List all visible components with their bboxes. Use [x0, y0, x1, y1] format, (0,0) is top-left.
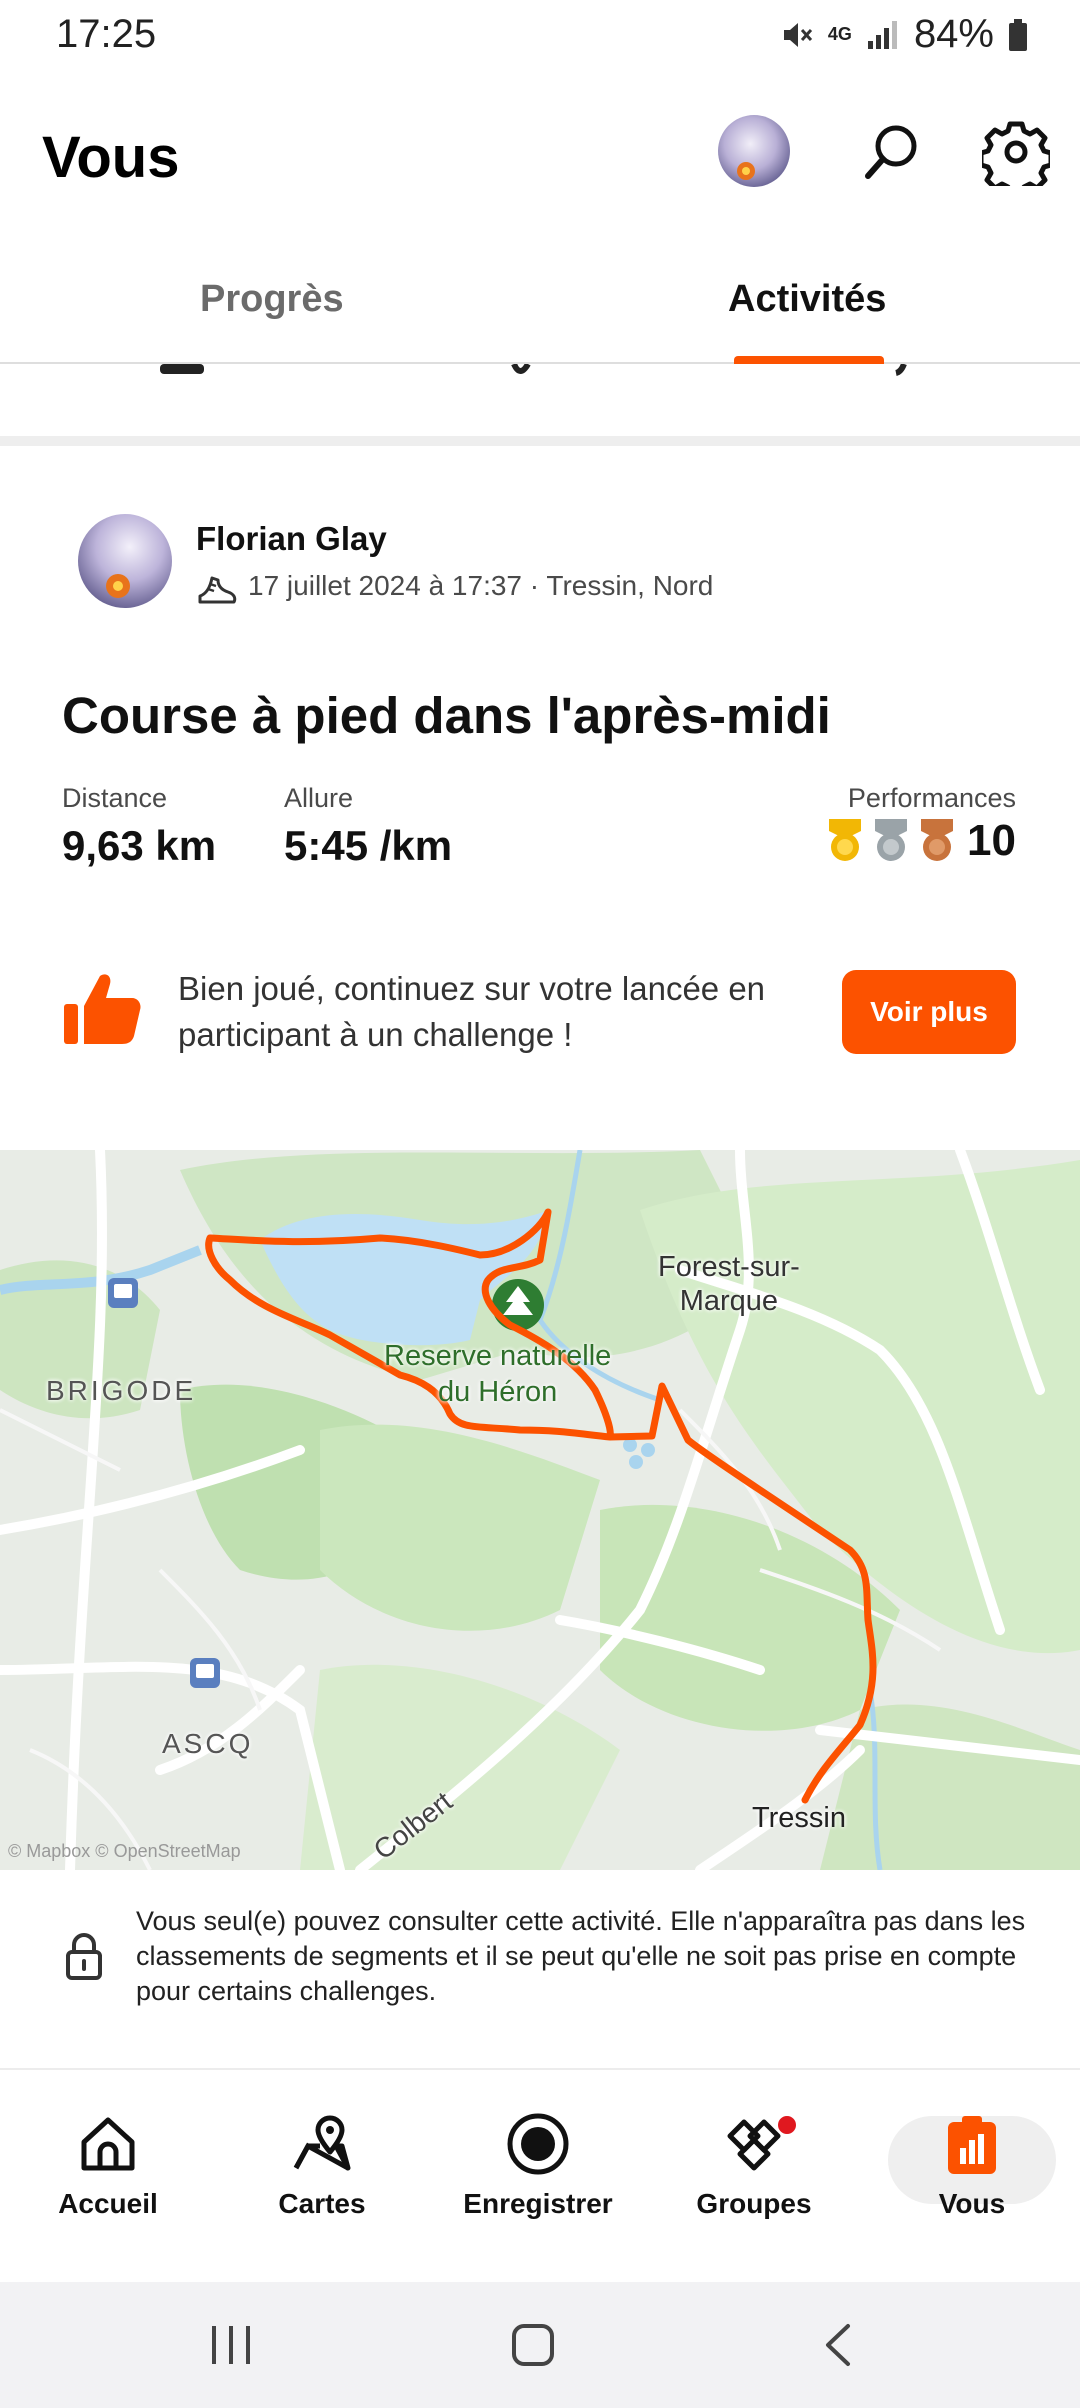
- lock-icon: [64, 1932, 104, 1980]
- stat-pace-value: 5:45 /km: [284, 822, 453, 869]
- nav-groups[interactable]: Groupes: [654, 2112, 854, 2220]
- map-attribution[interactable]: © Mapbox © OpenStreetMap: [8, 1841, 241, 1862]
- nav-record-label: Enregistrer: [463, 2188, 613, 2219]
- battery-percent: 84%: [913, 12, 994, 56]
- nav-maps[interactable]: Cartes: [222, 2112, 422, 2220]
- activity-meta: 17 juillet 2024 à 17:37 · Tressin, Nord: [196, 568, 713, 604]
- map-label-tressin: Tressin: [752, 1802, 846, 1834]
- system-navigation-bar: [0, 2282, 1080, 2408]
- map-canvas: [0, 1150, 1080, 1870]
- stat-pace-label: Allure: [284, 783, 354, 813]
- athlete-avatar[interactable]: [78, 514, 172, 608]
- activity-date-location: 17 juillet 2024 à 17:37 · Tressin, Nord: [248, 570, 714, 601]
- status-time: 17:25: [56, 12, 157, 56]
- mute-icon: [783, 22, 813, 47]
- performances-count: 10: [967, 816, 1016, 865]
- active-tab-indicator: [734, 356, 884, 364]
- nav-you[interactable]: Vous: [872, 2112, 1072, 2220]
- nav-home-label: Accueil: [58, 2188, 158, 2219]
- silver-medal-icon: [875, 819, 908, 861]
- see-more-button[interactable]: Voir plus: [842, 970, 1016, 1054]
- activity-title[interactable]: Course à pied dans l'après-midi: [62, 686, 831, 745]
- home-icon: [81, 2117, 135, 2171]
- notification-badge: [776, 2114, 798, 2136]
- stat-distance-value: 9,63 km: [62, 822, 217, 869]
- scrolled-content-peek: [0, 364, 1080, 404]
- challenge-promo-text: Bien joué, continuez sur votre lancée en…: [178, 970, 766, 1053]
- performances-label: Performances: [847, 783, 1016, 813]
- network-type: 4G: [827, 24, 852, 44]
- thumbs-up-icon: [62, 966, 146, 1050]
- nav-you-label: Vous: [938, 2188, 1006, 2219]
- map-label-reserve: Reserve naturelle du Héron: [384, 1340, 612, 1408]
- search-icon[interactable]: [858, 118, 926, 186]
- avatar[interactable]: [718, 115, 790, 187]
- recent-apps-icon[interactable]: [206, 2322, 256, 2373]
- tab-bar: Progrès Activités: [0, 240, 1080, 364]
- map-icon: [293, 2115, 351, 2171]
- bottom-navigation: Accueil Cartes Enregistrer Groupes Vous: [0, 2072, 1080, 2282]
- map-label-ascq: ASCQ: [162, 1728, 254, 1759]
- nav-maps-label: Cartes: [278, 2188, 366, 2219]
- status-bar: 17:25 4G 84%: [0, 0, 1080, 72]
- transit-station-icon: [108, 1278, 138, 1308]
- activity-map[interactable]: Forest-sur- Marque Reserve naturelle du …: [0, 1150, 1080, 1870]
- athlete-name[interactable]: Florian Glay: [196, 520, 387, 558]
- running-shoe-icon: [198, 576, 237, 604]
- tab-progress[interactable]: Progrès: [200, 278, 344, 321]
- back-icon[interactable]: [818, 2322, 858, 2373]
- app-header: Vous: [0, 100, 1080, 220]
- you-icon: [948, 2116, 996, 2174]
- record-icon: [507, 2113, 569, 2175]
- bronze-medal-icon: [921, 819, 954, 861]
- nav-record[interactable]: Enregistrer: [438, 2112, 638, 2220]
- nav-groups-label: Groupes: [696, 2188, 812, 2219]
- page-title: Vous: [42, 125, 180, 190]
- battery-icon: [1009, 18, 1027, 51]
- section-divider: [0, 436, 1080, 446]
- status-icons: 4G 84%: [780, 12, 1028, 57]
- tab-activities[interactable]: Activités: [728, 278, 886, 321]
- nav-home[interactable]: Accueil: [8, 2112, 208, 2220]
- privacy-notice: Vous seul(e) pouvez consulter cette acti…: [0, 1870, 1080, 2070]
- map-label-brigode: BRIGODE: [46, 1375, 197, 1406]
- gold-medal-icon: [829, 819, 862, 861]
- performances-summary[interactable]: 10: [825, 816, 1016, 866]
- privacy-text: Vous seul(e) pouvez consulter cette acti…: [136, 1906, 1026, 2006]
- gear-icon[interactable]: [978, 118, 1054, 197]
- signal-icon: [867, 20, 897, 49]
- map-label-forest: Forest-sur- Marque: [658, 1251, 800, 1317]
- stat-distance-label: Distance: [62, 783, 168, 813]
- home-button-icon[interactable]: [510, 2322, 556, 2373]
